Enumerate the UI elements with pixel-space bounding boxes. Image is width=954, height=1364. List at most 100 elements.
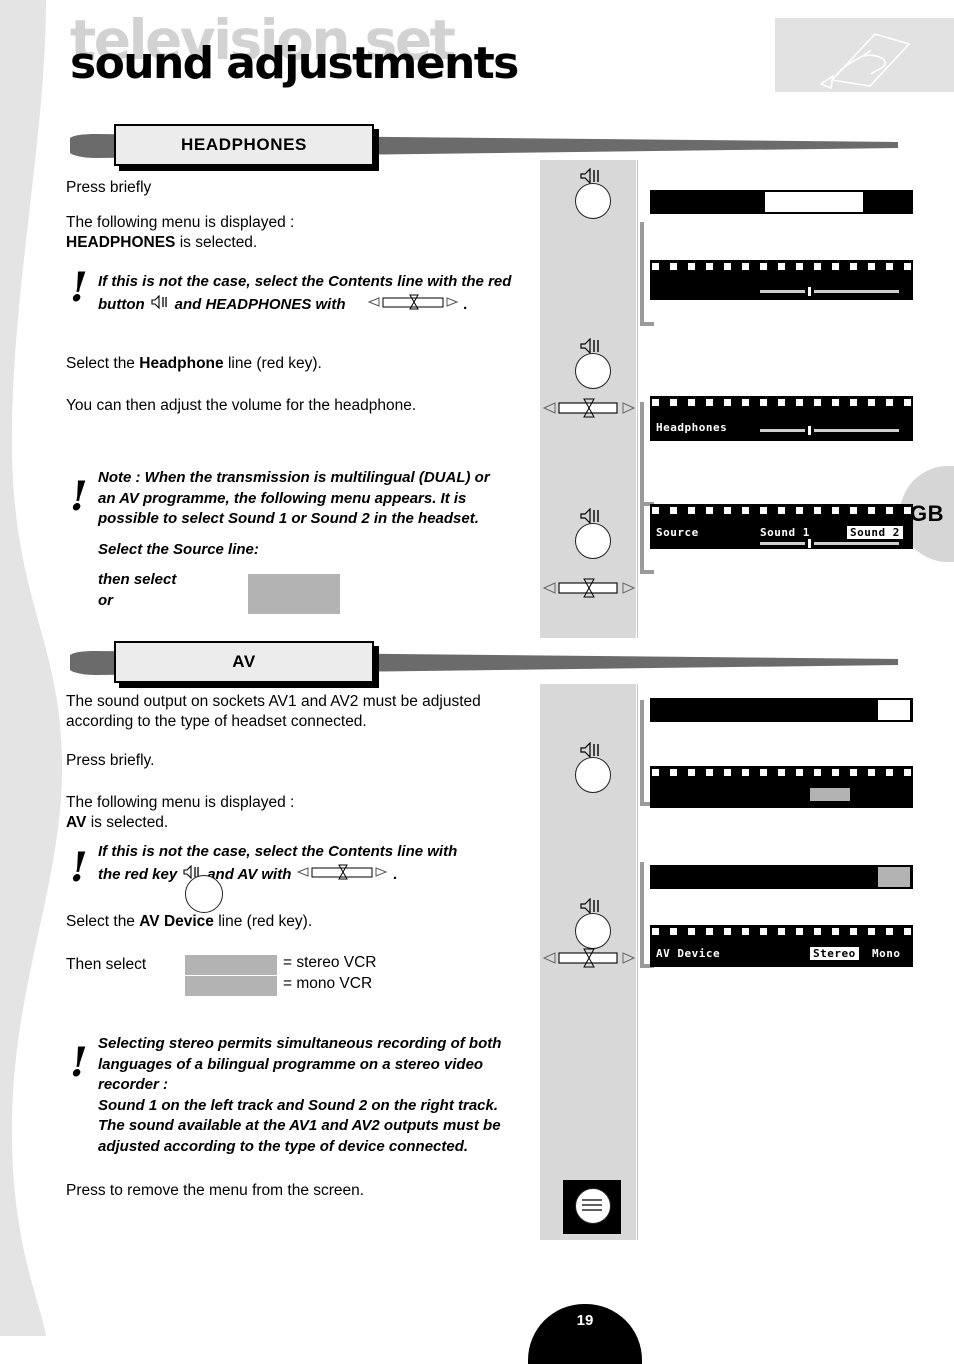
page-number-badge: 19 [528,1304,642,1364]
av-sound-output-line2: according to the type of headset connect… [66,713,367,730]
volume-key-hp-3[interactable] [563,507,621,562]
av-note2-line2: languages of a bilingual programme on a … [98,1055,484,1094]
left-right-rocker-icon [296,863,388,888]
volume-key-av-1[interactable] [563,741,621,796]
av-option-mono-text: = mono VCR [283,975,373,992]
av-note-1: If this is not the case, select the Cont… [98,842,528,887]
av-menu-displayed-line1: The following menu is displayed : [66,794,295,811]
av-then-select-text: Then select [66,956,147,973]
exclamation-icon-av1: ! [70,844,88,891]
tv-slider-knob [808,426,811,435]
key-circle-av-note[interactable] [185,875,223,913]
av-note1-line1: If this is not the case, select the Cont… [98,843,458,860]
section-label-text: HEADPHONES [181,135,307,154]
tv-bar [650,190,913,214]
tv-slider-left [760,290,805,293]
tv-menu-label-sound2: Sound 2 [847,526,903,539]
hp-paragraph-press-briefly: Press briefly [66,178,526,198]
hp-note-1: If this is not the case, select the Cont… [98,272,528,317]
stereo-swatch [185,955,277,975]
tv-slider-knob [808,539,811,548]
left-right-rocker-icon [367,293,459,318]
tv-slider-left [760,429,805,432]
volume-key-av-2[interactable] [563,897,621,952]
sound2-swatch [248,594,340,614]
section-label-headphones: HEADPHONES [114,124,374,166]
av-menu-displayed-bold: AV [66,814,87,831]
key-circle[interactable] [575,523,611,559]
av-remove-menu-text: Press to remove the menu from the screen… [66,1182,365,1199]
sound1-swatch [248,574,340,594]
tv-menu-dots [650,507,913,514]
section-label-av: AV [114,641,374,683]
hp-paragraph-menu-displayed: The following menu is displayed : HEADPH… [66,213,536,253]
av-note1-line2b: and AV with [207,865,292,883]
tv-slider-right [814,542,899,545]
tv-menu-label-sound1: Sound 1 [760,526,810,539]
rocker-key-av-1[interactable] [542,948,636,970]
av-note2-line1: Selecting stereo permits simultaneous re… [98,1035,502,1052]
menu-key-av[interactable] [563,1180,621,1234]
section-header-av: AV [62,641,902,687]
av-press-briefly-text: Press briefly. [66,752,155,769]
hp-note1-line2c: . [463,295,468,313]
hp-menu-displayed-bold: HEADPHONES [66,234,176,251]
mono-swatch [185,976,277,996]
hp-paragraph-adjust-volume: You can then adjust the volume for the h… [66,396,536,416]
hp-press-briefly-text: Press briefly [66,179,152,196]
hp-note1-line2a: button [98,295,145,313]
section-header-headphones: HEADPHONES [62,124,902,170]
tv-menu-label-av-device: AV Device [656,947,721,960]
tv-bar [650,865,913,889]
page-number-text: 19 [576,1312,594,1329]
tv-menu: Headphones [650,396,913,441]
av-note2-line5: adjusted according to the type of device… [98,1137,469,1155]
rocker-key-hp-2[interactable] [542,578,636,600]
hp-menu-displayed-rest: is selected. [175,234,258,251]
hp-note2-line4: Select the Source line: [98,540,259,558]
exclamation-icon-av2: ! [70,1039,88,1086]
av-note2-line4: The sound available at the AV1 and AV2 o… [98,1117,501,1134]
av-note1-line2a: the red key [98,865,178,883]
hp-select-bold: Headphone [139,355,224,372]
key-circle[interactable] [575,183,611,219]
volume-key-hp-1[interactable] [563,167,621,222]
menu-lines-icon [582,1198,602,1217]
language-tab-label: GB [910,501,944,526]
section-label-text: AV [232,652,256,671]
tv-bar-highlight [878,867,910,887]
speaker-icon [150,294,170,316]
av-paragraph-menu-displayed: The following menu is displayed : AV is … [66,793,536,833]
tv-bar-highlight [878,700,910,720]
av-paragraph-then-select: Then select [66,955,186,975]
tv-menu-label-source: Source [656,526,699,539]
tv-menu-label-stereo: Stereo [810,947,859,960]
av-note2-line3: Sound 1 on the left track and Sound 2 on… [98,1096,499,1114]
tv-slider-knob [808,287,811,296]
hp-note2-line1: Note : When the transmission is multilin… [98,469,490,486]
tv-slider-left [760,542,805,545]
av-paragraph-remove-menu: Press to remove the menu from the screen… [66,1181,536,1201]
key-circle[interactable] [575,913,611,949]
key-circle[interactable] [575,353,611,389]
av-select-bold: AV Device [139,913,214,930]
exclamation-icon-hp2: ! [70,473,88,520]
av-menu-displayed-rest: is selected. [86,814,169,831]
volume-key-hp-2[interactable] [563,337,621,392]
av-paragraph-press-briefly: Press briefly. [66,751,536,771]
tv-menu-label-mono: Mono [872,947,901,960]
hp-menu-displayed-line1: The following menu is displayed : [66,214,295,231]
tv-menu [650,766,913,808]
tv-menu-dots [650,399,913,406]
av-sound-output-line1: The sound output on sockets AV1 and AV2 … [66,693,481,710]
av-select-pre: Select the [66,913,140,930]
hp-note2-line2: an AV programme, the following menu appe… [98,489,467,507]
av-note-2: Selecting stereo permits simultaneous re… [98,1034,548,1157]
hp-select-pre: Select the [66,355,140,372]
key-circle[interactable] [575,757,611,793]
av-note1-line2c: . [393,865,398,883]
rocker-key-hp-1[interactable] [542,398,636,420]
hp-note2-line3: possible to select Sound 1 or Sound 2 in… [98,510,479,527]
av-option-stereo-label: = stereo VCR [283,953,376,973]
tv-slider-right [814,290,899,293]
